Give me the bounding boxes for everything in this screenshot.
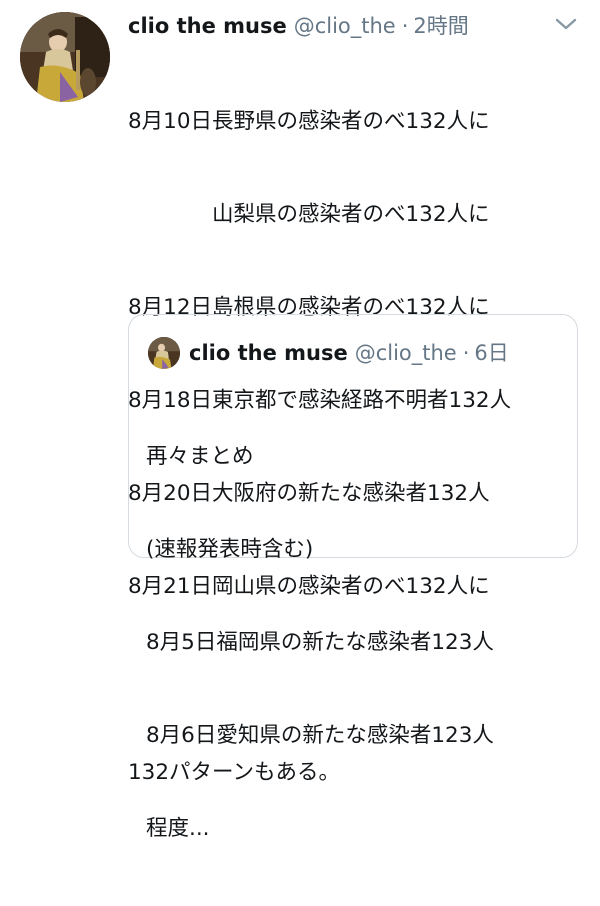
chevron-down-icon[interactable]: [553, 14, 579, 34]
quoted-avatar-painting-image: [148, 337, 180, 369]
quoted-text-line: 8月5日福岡県の新たな感染者123人: [146, 630, 494, 655]
quoted-text-line: 再々まとめ: [146, 444, 254, 469]
avatar[interactable]: [20, 12, 110, 102]
separator-dot: ·: [401, 14, 409, 38]
user-handle[interactable]: @clio_the: [294, 14, 396, 38]
timestamp[interactable]: 2時間: [413, 10, 468, 40]
quoted-avatar[interactable]: [148, 337, 180, 369]
tweet[interactable]: clio the muse @clio_the · 2時間 8月10日長野県の感…: [0, 0, 600, 841]
quoted-text-line: 程度...: [146, 816, 210, 841]
quoted-separator-dot: ·: [462, 341, 470, 365]
quoted-text-line: 8月6日愛知県の新たな感染者123人: [146, 723, 494, 748]
quoted-user-handle[interactable]: @clio_the: [355, 341, 457, 365]
display-name[interactable]: clio the muse: [128, 14, 287, 38]
quoted-text-line: (速報発表時含む): [146, 537, 314, 562]
avatar-painting-image: [20, 12, 110, 102]
quoted-tweet[interactable]: clio the muse @clio_the · 6日 再々まとめ (速報発表…: [128, 314, 578, 841]
quoted-tweet-text: 再々まとめ (速報発表時含む) 8月5日福岡県の新たな感染者123人 8月6日愛…: [146, 379, 494, 906]
tweet-header: clio the muse @clio_the · 2時間: [128, 10, 469, 40]
tweet-text-line: 山梨県の感染者のべ132人に: [212, 202, 490, 227]
quoted-tweet-header: clio the muse @clio_the · 6日: [189, 337, 509, 367]
tweet-text-line: 8月10日長野県の感染者のべ132人に: [128, 109, 490, 134]
quoted-timestamp[interactable]: 6日: [474, 337, 508, 367]
quoted-display-name[interactable]: clio the muse: [189, 341, 348, 365]
